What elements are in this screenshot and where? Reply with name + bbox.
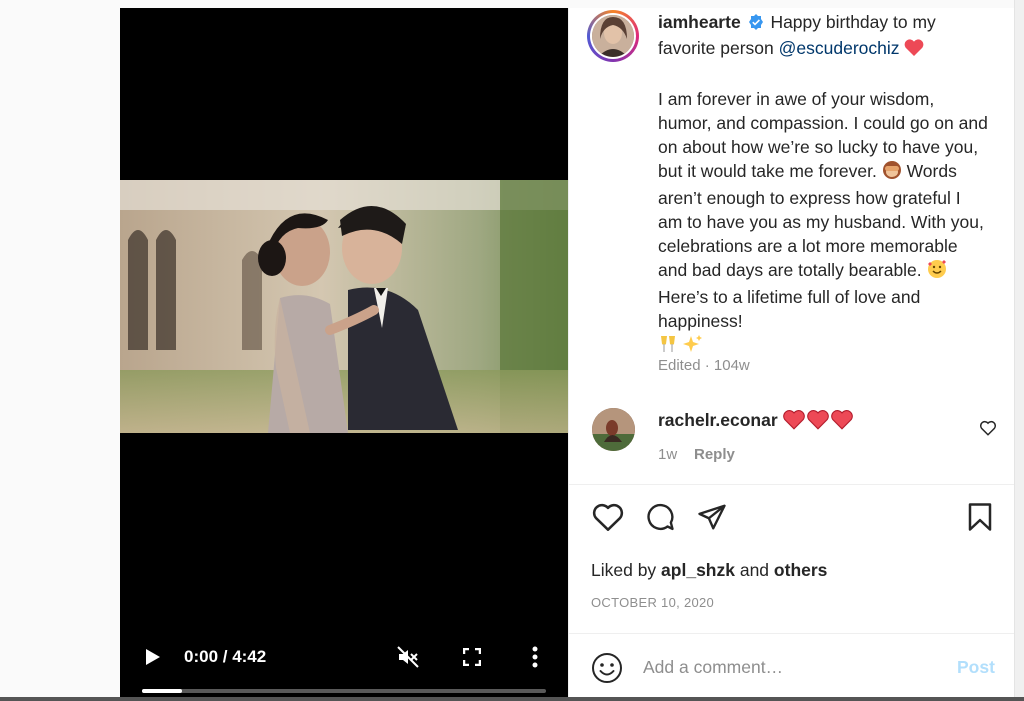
author-avatar[interactable] — [587, 10, 639, 62]
red-heart-icon — [783, 410, 805, 430]
video-progress-fill — [142, 689, 183, 693]
liked-by-and: and — [734, 560, 774, 580]
caption-body-part3: Here’s to a lifetime full of love and ha… — [658, 287, 921, 331]
meta-separator: · — [700, 357, 714, 374]
comment-time: 1w — [658, 446, 678, 463]
caption-area: iamhearte Happy birthday to my favorite … — [569, 8, 1015, 484]
comment-avatar[interactable] — [592, 408, 635, 451]
red-heart-icon — [831, 410, 853, 430]
edited-label: Edited — [658, 357, 701, 374]
comment-username[interactable]: rachelr.econar — [658, 410, 778, 431]
see-no-evil-monkey-icon — [882, 160, 902, 186]
verified-badge-icon — [748, 12, 764, 36]
red-heart-icon — [904, 39, 924, 63]
window-scrollbar[interactable] — [1014, 0, 1024, 701]
liked-by-prefix: Liked by — [591, 560, 662, 580]
author-avatar-image — [592, 15, 634, 57]
video-controls-bar: 0:00 / 4:42 — [120, 625, 568, 697]
bookmark-icon[interactable] — [963, 500, 997, 534]
video-time: 0:00 / 4:42 — [184, 647, 267, 666]
liked-by-text: Liked by apl_shzk and others — [591, 560, 827, 581]
comment-hearts — [783, 410, 853, 430]
window-bottom-edge — [0, 697, 1024, 701]
fullscreen-icon[interactable] — [460, 643, 484, 671]
browser-top-strip — [0, 0, 1024, 8]
caption-body: I am forever in awe of your wisdom, humo… — [658, 87, 988, 360]
heart-icon[interactable] — [591, 500, 625, 534]
author-username[interactable]: iamhearte — [658, 12, 741, 32]
play-icon[interactable] — [142, 643, 164, 671]
mute-icon[interactable] — [395, 643, 421, 671]
more-vertical-icon[interactable] — [528, 643, 542, 671]
video-player[interactable]: 0:00 / 4:42 — [120, 8, 568, 697]
red-heart-icon — [807, 410, 829, 430]
comment-icon[interactable] — [643, 500, 677, 534]
post-actions — [569, 500, 1015, 540]
post-age[interactable]: 104w — [714, 357, 750, 374]
video-progress-bar[interactable] — [142, 689, 546, 693]
video-frame-couple-photo — [120, 180, 568, 433]
comment-like-heart-icon[interactable] — [979, 419, 997, 437]
post-caption: iamhearte Happy birthday to my favorite … — [658, 10, 988, 360]
divider — [569, 484, 1015, 485]
reply-button[interactable]: Reply — [694, 446, 735, 463]
post-meta: Edited · 104w — [658, 357, 750, 374]
post-comment-button[interactable]: Post — [957, 657, 995, 678]
add-comment-form: Post — [569, 633, 1015, 697]
liked-by-user-link[interactable]: apl_shzk — [661, 560, 735, 580]
caption-mention-link[interactable]: @escuderochiz — [779, 38, 900, 58]
comment-item: rachelr.econar 1w Reply — [569, 406, 1015, 476]
post-date[interactable]: OCTOBER 10, 2020 — [591, 595, 714, 610]
smiling-face-with-hearts-icon — [927, 259, 947, 285]
post-side-panel: iamhearte Happy birthday to my favorite … — [568, 8, 1015, 697]
liked-by-others-link[interactable]: others — [774, 560, 827, 580]
smiley-icon[interactable] — [591, 652, 623, 684]
paper-plane-icon[interactable] — [695, 500, 729, 534]
add-comment-input[interactable] — [643, 653, 933, 681]
